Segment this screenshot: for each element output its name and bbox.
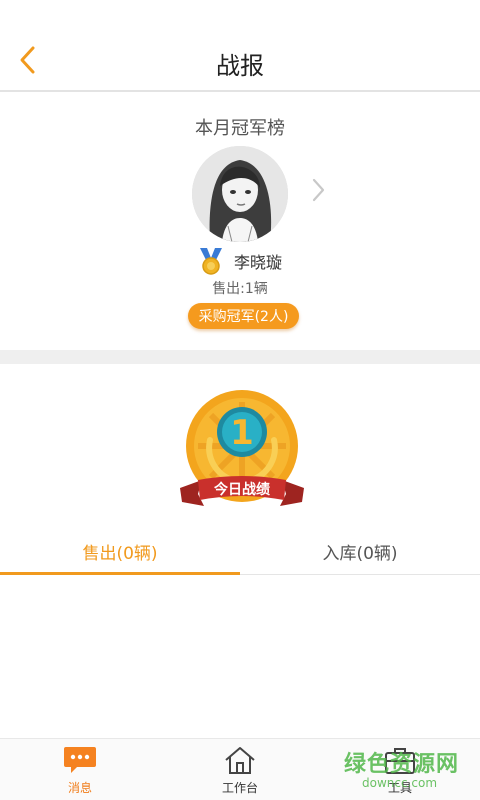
champion-name-row: 李晓璇 xyxy=(0,246,480,276)
nav-label-workbench: 工作台 xyxy=(221,781,258,795)
message-icon xyxy=(63,745,97,775)
header: 战报 xyxy=(0,0,480,92)
record-list xyxy=(0,576,480,738)
avatar[interactable] xyxy=(192,146,288,242)
champion-sold-count: 售出:1辆 xyxy=(212,281,268,297)
nav-label-messages: 消息 xyxy=(67,781,92,795)
nav-item-messages[interactable]: 消息 xyxy=(0,739,160,800)
purchase-champion-badge[interactable]: 采购冠军(2人) xyxy=(188,303,299,329)
toolbox-icon xyxy=(383,745,417,775)
avatar-portrait xyxy=(192,146,288,242)
champion-name: 李晓璇 xyxy=(233,253,282,272)
nav-item-tools[interactable]: 工具 xyxy=(320,739,480,800)
section-divider xyxy=(0,350,480,364)
today-record-emblem: 1 今日战绩 xyxy=(176,388,308,518)
next-champion-button[interactable] xyxy=(306,174,330,206)
monthly-champion-card: 本月冠军榜 李晓璇 售出:1辆 采购冠军(2人) xyxy=(0,92,480,350)
nav-label-tools: 工具 xyxy=(387,781,412,795)
medal-icon xyxy=(199,248,222,275)
home-icon xyxy=(223,745,257,775)
emblem-rank: 1 xyxy=(230,413,254,453)
chevron-right-icon xyxy=(312,178,325,202)
tab-sold[interactable]: 售出(0辆) xyxy=(0,528,240,575)
bottom-nav: 消息 工作台 工具 xyxy=(0,738,480,800)
page-title: 战报 xyxy=(216,52,264,80)
tab-stock-in[interactable]: 入库(0辆) xyxy=(240,528,480,574)
emblem-label: 今日战绩 xyxy=(213,481,270,498)
record-tabs: 售出(0辆) 入库(0辆) xyxy=(0,528,480,575)
section-title: 本月冠军榜 xyxy=(195,118,285,139)
nav-item-workbench[interactable]: 工作台 xyxy=(160,739,320,800)
